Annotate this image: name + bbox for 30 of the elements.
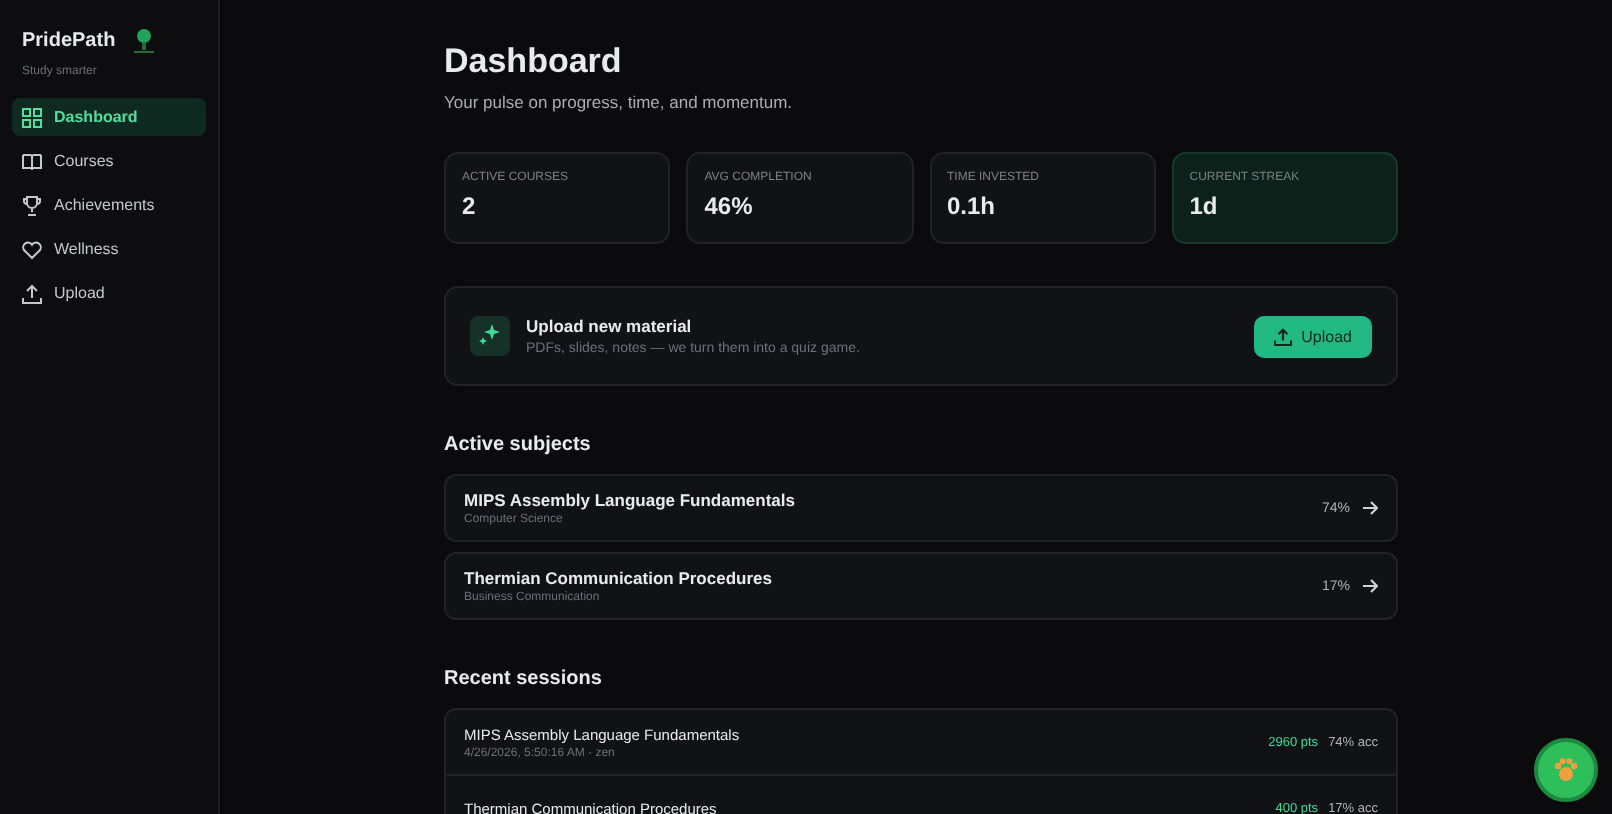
section-heading: Recent sessions [444, 668, 604, 690]
stat-value: 2 [462, 192, 478, 220]
trophy-icon [22, 195, 42, 215]
nav-item[interactable]: Wellness [12, 230, 206, 268]
page-title: Dashboard [444, 42, 624, 82]
stat-value: 0.1h [947, 192, 998, 220]
nav-item[interactable]: Courses [12, 142, 206, 180]
brand-name: PridePath [22, 30, 116, 52]
stat-value: 46% [704, 192, 755, 220]
page-subtitle: Your pulse on progress, time, and momentum. [444, 92, 795, 112]
upload-icon [1273, 327, 1292, 345]
nav-item[interactable]: Achievements [12, 186, 206, 224]
book-icon [22, 151, 42, 171]
paw-icon [1552, 756, 1580, 784]
grid-icon [22, 107, 42, 127]
upload-title: Upload new material [526, 316, 694, 336]
nav-item[interactable]: Dashboard [12, 98, 206, 136]
subject-name: Thermian Communication Procedures [464, 568, 774, 588]
subject-name: MIPS Assembly Language Fundamentals [464, 490, 797, 510]
upload-icon [22, 283, 42, 303]
arrow-right-icon [1362, 578, 1378, 594]
arrow-right-icon [1362, 500, 1378, 516]
upload-button[interactable]: Upload [1253, 315, 1372, 357]
stat-value: 1d [1189, 192, 1220, 220]
mascot-button[interactable] [1534, 738, 1598, 802]
tree-logo-icon [131, 28, 156, 54]
section-heading: Active subjects [444, 434, 593, 456]
heart-icon [22, 239, 42, 259]
sparkle-icon [470, 316, 510, 356]
nav-item[interactable]: Upload [12, 274, 206, 312]
